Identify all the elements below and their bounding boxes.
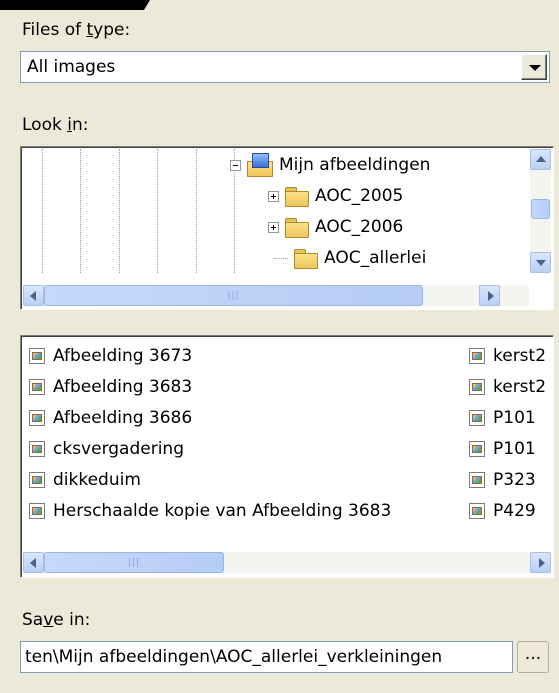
- arrow-up-icon: [536, 156, 546, 162]
- image-file-icon: [29, 348, 45, 364]
- scroll-down-button[interactable]: [530, 252, 551, 273]
- image-file-icon: [469, 348, 485, 364]
- list-item[interactable]: P101: [469, 404, 536, 432]
- tree-guide-line: [80, 149, 81, 273]
- image-file-icon: [469, 410, 485, 426]
- scroll-thumb[interactable]: |||: [44, 285, 423, 306]
- save-in-label: Save in:: [22, 610, 91, 630]
- tree-item-mijn-afbeeldingen[interactable]: Mijn afbeeldingen: [230, 151, 430, 179]
- save-in-field[interactable]: ten\Mijn afbeeldingen\AOC_allerlei_verkl…: [20, 641, 513, 673]
- save-in-value: ten\Mijn afbeeldingen\AOC_allerlei_verkl…: [25, 647, 443, 667]
- arrow-right-icon: [488, 291, 494, 301]
- arrow-left-icon: [30, 291, 36, 301]
- list-item[interactable]: kerst2: [469, 342, 546, 370]
- expand-icon[interactable]: [268, 190, 279, 202]
- tree-horizontal-scrollbar[interactable]: |||: [23, 285, 529, 306]
- image-file-icon: [469, 379, 485, 395]
- tree-guide-line: [196, 149, 197, 273]
- image-file-icon: [29, 379, 45, 395]
- scroll-right-button[interactable]: [479, 285, 500, 306]
- image-file-icon: [469, 441, 485, 457]
- folder-icon: [285, 186, 309, 207]
- look-in-label: Look in:: [22, 115, 89, 135]
- scroll-up-button[interactable]: [530, 149, 551, 170]
- image-file-icon: [29, 503, 45, 519]
- expand-icon[interactable]: [268, 221, 279, 233]
- collapse-icon[interactable]: [230, 159, 241, 171]
- top-edge-artifact: [0, 0, 150, 10]
- tree-vertical-scrollbar[interactable]: [530, 149, 551, 273]
- folder-tree[interactable]: Mijn afbeeldingen AOC_2005 AOC_2006 AOC_…: [20, 146, 554, 310]
- tree-item-aoc-allerlei[interactable]: AOC_allerlei: [274, 244, 426, 272]
- list-item[interactable]: Afbeelding 3673: [29, 342, 192, 370]
- scroll-thumb[interactable]: |||: [44, 552, 224, 573]
- files-horizontal-scrollbar[interactable]: |||: [23, 552, 551, 573]
- tree-item-label: AOC_2005: [315, 186, 404, 206]
- arrow-left-icon: [30, 558, 36, 568]
- files-of-type-value: All images: [27, 57, 116, 77]
- tree-item-label: Mijn afbeeldingen: [279, 155, 431, 175]
- tree-item-aoc-2006[interactable]: AOC_2006: [268, 213, 403, 241]
- list-item[interactable]: P101: [469, 435, 536, 463]
- image-file-icon: [29, 410, 45, 426]
- folder-icon: [285, 217, 309, 238]
- tree-item-label: AOC_2006: [315, 217, 404, 237]
- list-item[interactable]: P323: [469, 466, 536, 494]
- picture-folder-icon: [247, 153, 273, 177]
- image-file-icon: [469, 503, 485, 519]
- file-list[interactable]: Afbeelding 3673 Afbeelding 3683 Afbeeldi…: [20, 335, 554, 578]
- chevron-down-icon: [529, 65, 541, 71]
- tree-connector: [274, 257, 288, 259]
- tree-item-aoc-2005[interactable]: AOC_2005: [268, 182, 403, 210]
- list-item[interactable]: dikkeduim: [29, 466, 141, 494]
- tree-guide-line: [157, 149, 158, 273]
- image-file-icon: [469, 472, 485, 488]
- scroll-left-button[interactable]: [23, 552, 44, 573]
- list-item[interactable]: kerst2: [469, 373, 546, 401]
- browse-button[interactable]: ...: [517, 641, 549, 673]
- files-of-type-label: Files of type:: [22, 20, 131, 40]
- image-file-icon: [29, 472, 45, 488]
- dropdown-button[interactable]: [521, 54, 547, 80]
- image-file-icon: [29, 441, 45, 457]
- scroll-right-button[interactable]: [530, 552, 551, 573]
- list-item[interactable]: cksvergadering: [29, 435, 184, 463]
- list-item[interactable]: Herschaalde kopie van Afbeelding 3683: [29, 497, 391, 525]
- scroll-thumb[interactable]: [531, 199, 550, 219]
- files-of-type-select[interactable]: All images: [20, 51, 550, 83]
- arrow-right-icon: [539, 558, 545, 568]
- list-item[interactable]: Afbeelding 3683: [29, 373, 192, 401]
- arrow-down-icon: [536, 260, 546, 266]
- list-item[interactable]: Afbeelding 3686: [29, 404, 192, 432]
- list-item[interactable]: P429: [469, 497, 536, 525]
- scroll-left-button[interactable]: [23, 285, 44, 306]
- tree-guide-line: [42, 149, 43, 273]
- file-list-right-column: kerst2 kerst2 P101 P101 P323 P429: [467, 336, 552, 550]
- tree-item-label: AOC_allerlei: [324, 248, 427, 268]
- folder-icon: [294, 248, 318, 269]
- tree-guide-line: [119, 149, 120, 273]
